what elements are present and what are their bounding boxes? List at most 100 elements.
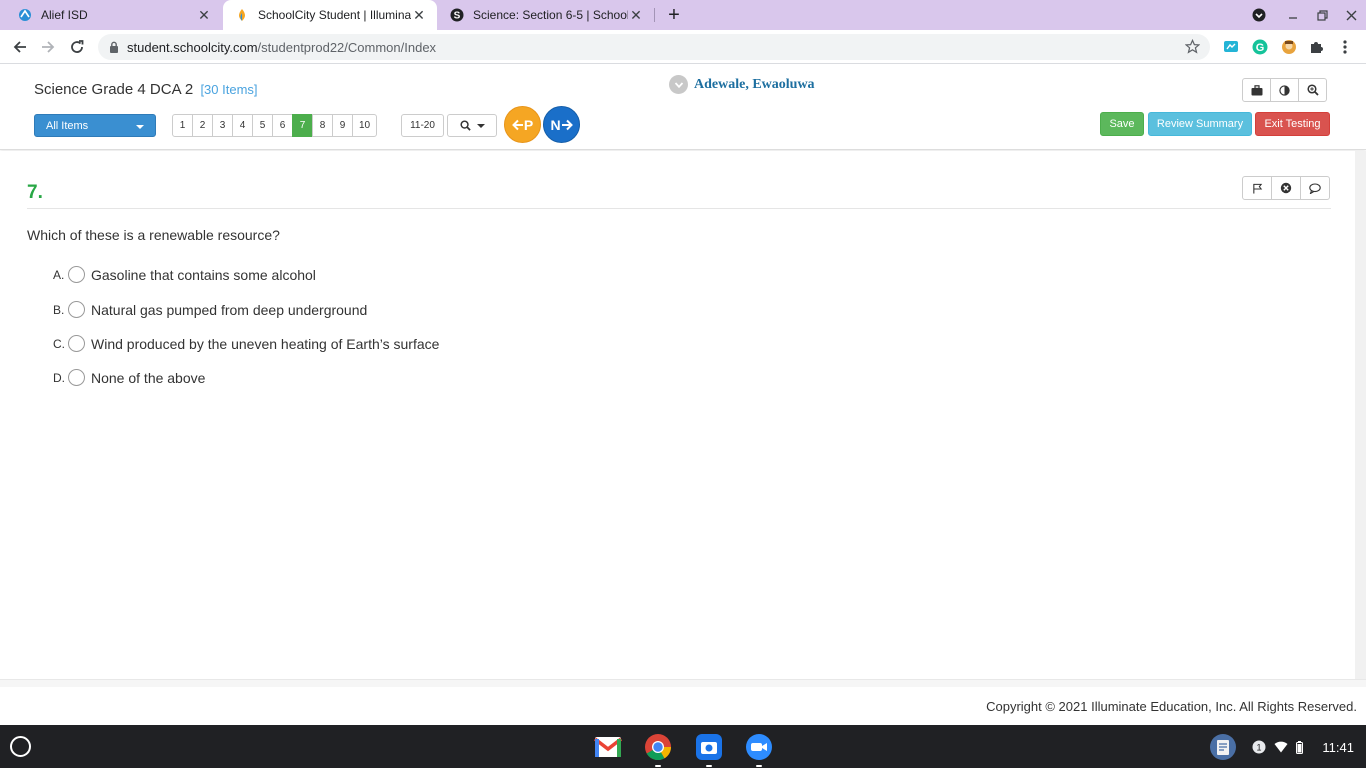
zoom-app-icon[interactable] xyxy=(744,732,774,767)
page-button-10[interactable]: 10 xyxy=(352,114,378,137)
schoolcity-icon xyxy=(234,7,250,23)
page-button-2[interactable]: 2 xyxy=(192,114,213,137)
test-name: Science Grade 4 DCA 2 xyxy=(34,81,194,98)
grammarly-extension-icon[interactable]: G xyxy=(1251,38,1269,56)
flag-button[interactable] xyxy=(1242,176,1272,200)
camera-app-icon[interactable] xyxy=(694,732,724,767)
running-indicator xyxy=(756,765,762,767)
browser-tab-schoolcity[interactable]: SchoolCity Student | Illuminate E ✕ xyxy=(223,0,437,30)
launcher-icon[interactable] xyxy=(10,736,31,757)
option-letter: D. xyxy=(53,370,65,385)
restore-icon[interactable] xyxy=(1307,0,1337,30)
briefcase-tool-button[interactable] xyxy=(1242,78,1271,102)
alief-icon xyxy=(17,7,33,23)
page-button-8[interactable]: 8 xyxy=(312,114,333,137)
tab-title: Alief ISD xyxy=(41,8,88,22)
previous-question-button[interactable]: P xyxy=(504,106,541,143)
scrollbar[interactable] xyxy=(1355,151,1366,679)
notification-badge-icon: 1 xyxy=(1252,740,1266,754)
item-count-link[interactable]: [30 Items] xyxy=(200,82,257,97)
question-pager: 1 2 3 4 5 6 7 8 9 10 xyxy=(172,114,378,137)
option-text: None of the above xyxy=(91,369,206,386)
tab-search-icon[interactable] xyxy=(1244,0,1274,30)
page-button-7[interactable]: 7 xyxy=(292,114,313,137)
page-button-4[interactable]: 4 xyxy=(232,114,253,137)
test-title: Science Grade 4 DCA 2 [30 Items] xyxy=(34,81,258,98)
battery-icon xyxy=(1296,740,1303,754)
caret-down-icon xyxy=(476,123,485,128)
radio-button[interactable] xyxy=(68,335,85,352)
minimize-icon[interactable] xyxy=(1278,0,1308,30)
avatar-extension-icon[interactable] xyxy=(1280,38,1298,56)
url-text: student.schoolcity.com/studentprod22/Com… xyxy=(127,40,436,55)
wifi-icon xyxy=(1274,741,1288,753)
browser-tab-alief[interactable]: Alief ISD ✕ xyxy=(0,0,222,30)
status-tray[interactable]: 1 11:41 xyxy=(1252,734,1360,760)
address-bar[interactable]: student.schoolcity.com/studentprod22/Com… xyxy=(98,34,1210,60)
item-filter-dropdown[interactable]: All Items xyxy=(34,114,156,137)
running-indicator xyxy=(706,765,712,767)
briefcase-icon xyxy=(1251,84,1262,95)
close-window-icon[interactable] xyxy=(1336,0,1366,30)
search-dropdown-button[interactable] xyxy=(447,114,497,137)
zoom-tool-button[interactable] xyxy=(1298,78,1327,102)
close-tab-icon[interactable]: ✕ xyxy=(196,7,212,23)
answer-option-c[interactable]: C. Wind produced by the uneven heating o… xyxy=(53,335,439,352)
page-button-5[interactable]: 5 xyxy=(252,114,273,137)
page-button-6[interactable]: 6 xyxy=(272,114,293,137)
circle-x-icon xyxy=(1280,182,1292,194)
test-header: Science Grade 4 DCA 2 [30 Items] Adewale… xyxy=(0,64,1366,150)
page-button-1[interactable]: 1 xyxy=(172,114,193,137)
browser-tab-schoology[interactable]: S Science: Section 6-5 | Schoology ✕ xyxy=(438,0,654,30)
search-icon xyxy=(459,120,471,131)
radio-button[interactable] xyxy=(68,301,85,318)
new-tab-button[interactable]: + xyxy=(664,4,684,26)
answer-option-d[interactable]: D. None of the above xyxy=(53,369,205,386)
page-range-button[interactable]: 11-20 xyxy=(401,114,444,137)
phone-hub-icon[interactable] xyxy=(1208,732,1238,762)
screencast-extension-icon[interactable] xyxy=(1222,38,1240,56)
arrow-right-icon xyxy=(561,119,573,130)
option-letter: A. xyxy=(53,267,65,282)
page-button-9[interactable]: 9 xyxy=(332,114,353,137)
student-menu[interactable]: Adewale, Ewaoluwa xyxy=(669,75,815,94)
tab-title: SchoolCity Student | Illuminate E xyxy=(258,8,411,22)
next-question-button[interactable]: N xyxy=(543,106,580,143)
answer-option-a[interactable]: A. Gasoline that contains some alcohol xyxy=(53,266,316,283)
chrome-menu-icon[interactable] xyxy=(1336,38,1354,56)
reload-icon[interactable] xyxy=(65,35,89,59)
item-filter-label: All Items xyxy=(46,119,89,132)
svg-text:1: 1 xyxy=(1256,743,1261,753)
bookmark-star-icon[interactable] xyxy=(1184,38,1201,59)
close-tab-icon[interactable]: ✕ xyxy=(628,7,644,23)
gmail-icon[interactable] xyxy=(593,732,623,762)
svg-text:S: S xyxy=(454,11,461,22)
page-button-3[interactable]: 3 xyxy=(212,114,233,137)
tab-separator xyxy=(654,8,655,22)
answer-option-b[interactable]: B. Natural gas pumped from deep undergro… xyxy=(53,301,367,318)
chevron-down-icon xyxy=(669,75,688,94)
contrast-icon xyxy=(1279,84,1290,96)
browser-toolbar: student.schoolcity.com/studentprod22/Com… xyxy=(0,30,1366,64)
lock-icon xyxy=(109,41,119,53)
extensions-puzzle-icon[interactable] xyxy=(1307,38,1325,56)
chrome-icon[interactable] xyxy=(643,732,673,767)
option-text: Gasoline that contains some alcohol xyxy=(91,266,316,283)
back-arrow-icon[interactable] xyxy=(8,35,32,59)
exit-testing-button[interactable]: Exit Testing xyxy=(1255,112,1330,136)
question-text: Which of these is a renewable resource? xyxy=(27,227,280,243)
contrast-tool-button[interactable] xyxy=(1270,78,1299,102)
review-summary-button[interactable]: Review Summary xyxy=(1148,112,1252,136)
close-tab-icon[interactable]: ✕ xyxy=(411,7,427,23)
footer-divider xyxy=(0,679,1366,687)
comment-button[interactable] xyxy=(1300,176,1330,200)
eliminate-choice-button[interactable] xyxy=(1271,176,1301,200)
option-letter: C. xyxy=(53,336,65,351)
radio-button[interactable] xyxy=(68,266,85,283)
os-shelf: 1 11:41 xyxy=(0,725,1366,768)
save-button[interactable]: Save xyxy=(1100,112,1144,136)
next-label: N xyxy=(550,116,561,133)
radio-button[interactable] xyxy=(68,369,85,386)
forward-arrow-icon[interactable] xyxy=(36,35,60,59)
caret-down-icon xyxy=(136,125,144,129)
